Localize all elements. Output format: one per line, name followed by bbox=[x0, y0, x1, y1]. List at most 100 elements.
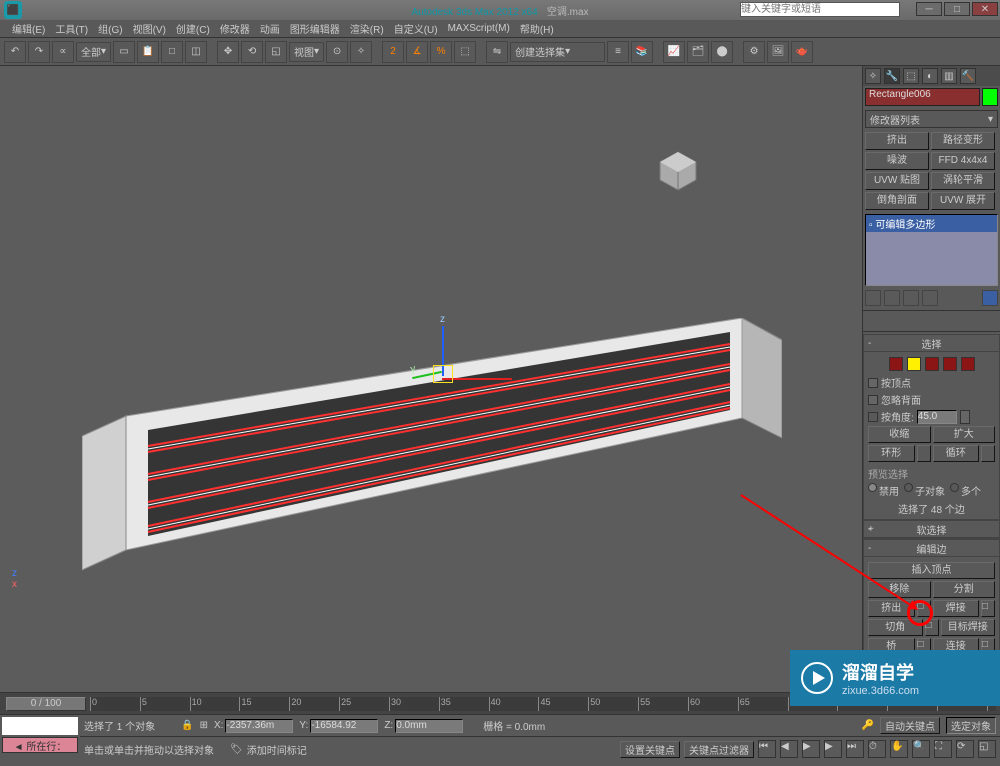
mod-extrude[interactable]: 挤出 bbox=[865, 132, 929, 150]
mod-ffd[interactable]: FFD 4x4x4 bbox=[931, 152, 995, 170]
row-indicator[interactable]: ◄ 所在行： bbox=[2, 737, 78, 753]
ref-coord-combo[interactable]: 视图 ▾ bbox=[289, 42, 324, 62]
remove-mod-button[interactable] bbox=[922, 290, 938, 306]
configure-sets-button[interactable] bbox=[982, 290, 998, 306]
manipulate-button[interactable]: ✧ bbox=[350, 41, 372, 63]
coord-x[interactable] bbox=[225, 719, 293, 733]
viewport[interactable]: [ + 0 正交 0 真实 + 边面 ] bbox=[0, 66, 862, 692]
snap-pct-button[interactable]: % bbox=[430, 41, 452, 63]
loop-button[interactable]: 循环 bbox=[933, 445, 980, 462]
grow-button[interactable]: 扩大 bbox=[933, 426, 996, 443]
by-angle-spinner[interactable] bbox=[917, 410, 957, 424]
snap-spinner-button[interactable]: ⬚ bbox=[454, 41, 476, 63]
chk-by-vertex[interactable] bbox=[868, 378, 878, 388]
menu-rendering[interactable]: 渲染(R) bbox=[346, 21, 388, 36]
scale-button[interactable]: ◱ bbox=[265, 41, 287, 63]
make-unique-button[interactable] bbox=[903, 290, 919, 306]
goto-start-button[interactable]: ⏮ bbox=[758, 740, 776, 758]
mod-uvwunwrap[interactable]: UVW 展开 bbox=[931, 192, 995, 210]
script-listener[interactable] bbox=[2, 717, 78, 735]
shrink-button[interactable]: 收缩 bbox=[868, 426, 931, 443]
max-viewport-button[interactable]: ◱ bbox=[978, 740, 996, 758]
maximize-button[interactable]: □ bbox=[944, 2, 970, 16]
subobj-border[interactable] bbox=[925, 357, 939, 371]
loop-spin[interactable] bbox=[981, 445, 995, 462]
radio-subobj[interactable] bbox=[904, 483, 913, 492]
key-target-combo[interactable]: 选定对象 bbox=[946, 717, 996, 734]
select-button[interactable]: ▭ bbox=[113, 41, 135, 63]
close-button[interactable]: ✕ bbox=[972, 2, 998, 16]
select-name-button[interactable]: 📋 bbox=[137, 41, 159, 63]
subobj-edge[interactable] bbox=[907, 357, 921, 371]
lock-icon[interactable]: 🔒 bbox=[181, 720, 193, 731]
rollout-soft-title[interactable]: +软选择 bbox=[864, 521, 999, 538]
coord-y[interactable] bbox=[310, 719, 378, 733]
select-region-button[interactable]: □ bbox=[161, 41, 183, 63]
layers-button[interactable]: 📚 bbox=[631, 41, 653, 63]
coord-z[interactable] bbox=[395, 719, 463, 733]
help-search[interactable] bbox=[740, 2, 900, 17]
object-name-field[interactable]: Rectangle006 bbox=[865, 88, 980, 106]
show-end-result-button[interactable] bbox=[884, 290, 900, 306]
setkey-button[interactable]: 设置关键点 bbox=[620, 741, 680, 758]
menu-animation[interactable]: 动画 bbox=[256, 21, 284, 36]
transform-type-in-icon[interactable]: ⊞ bbox=[200, 720, 208, 731]
menu-customize[interactable]: 自定义(U) bbox=[390, 21, 442, 36]
chk-by-angle[interactable] bbox=[868, 412, 878, 422]
move-button[interactable]: ✥ bbox=[217, 41, 239, 63]
mod-noise[interactable]: 噪波 bbox=[865, 152, 929, 170]
schematic-button[interactable]: 🗂 bbox=[687, 41, 709, 63]
split-button[interactable]: 分割 bbox=[933, 581, 996, 598]
subobj-polygon[interactable] bbox=[943, 357, 957, 371]
curve-editor-button[interactable]: 📈 bbox=[663, 41, 685, 63]
pin-stack-button[interactable] bbox=[865, 290, 881, 306]
snap-angle-button[interactable]: ∡ bbox=[406, 41, 428, 63]
undo-button[interactable]: ↶ bbox=[4, 41, 26, 63]
selection-filter[interactable]: 全部 ▾ bbox=[76, 42, 111, 62]
radio-multi[interactable] bbox=[950, 483, 959, 492]
material-editor-button[interactable]: ⬤ bbox=[711, 41, 733, 63]
mod-pathdeform[interactable]: 路径变形 bbox=[931, 132, 995, 150]
window-crossing-button[interactable]: ◫ bbox=[185, 41, 207, 63]
radio-disabled[interactable] bbox=[868, 483, 877, 492]
menu-tools[interactable]: 工具(T) bbox=[51, 21, 92, 36]
pan-button[interactable]: ✋ bbox=[890, 740, 908, 758]
tab-display[interactable]: ▥ bbox=[941, 68, 957, 84]
modifier-stack[interactable]: ▫ 可编辑多边形 bbox=[865, 214, 998, 286]
timeslider-thumb[interactable]: 0 / 100 bbox=[6, 697, 86, 711]
play-button[interactable]: ▶ bbox=[802, 740, 820, 758]
zoom-extents-button[interactable]: ⛶ bbox=[934, 740, 952, 758]
zoom-button[interactable]: 🔍 bbox=[912, 740, 930, 758]
autokey-button[interactable]: 自动关键点 bbox=[880, 717, 940, 734]
stack-editable-poly[interactable]: ▫ 可编辑多边形 bbox=[866, 215, 997, 232]
render-setup-button[interactable]: ⚙ bbox=[743, 41, 765, 63]
modifier-list-combo[interactable]: 修改器列表▾ bbox=[865, 110, 998, 128]
menu-help[interactable]: 帮助(H) bbox=[516, 21, 558, 36]
rollout-edit-edges-title[interactable]: 编辑边 bbox=[864, 540, 999, 557]
orbit-button[interactable]: ⟳ bbox=[956, 740, 974, 758]
menu-graph[interactable]: 图形编辑器 bbox=[286, 21, 344, 36]
weld-settings-button[interactable]: □ bbox=[981, 600, 995, 617]
gizmo-xy-plane[interactable] bbox=[433, 365, 453, 383]
tab-hierarchy[interactable]: ⬚ bbox=[903, 68, 919, 84]
weld-button[interactable]: 焊接 bbox=[933, 600, 980, 617]
chk-ignore-back[interactable] bbox=[868, 395, 878, 405]
tab-utilities[interactable]: 🔨 bbox=[960, 68, 976, 84]
named-selection-combo[interactable]: 创建选择集 ▾ bbox=[510, 42, 605, 62]
mod-bevelprofile[interactable]: 倒角剖面 bbox=[865, 192, 929, 210]
tab-modify[interactable]: 🔧 bbox=[884, 68, 900, 84]
goto-end-button[interactable]: ⏭ bbox=[846, 740, 864, 758]
menu-views[interactable]: 视图(V) bbox=[129, 21, 170, 36]
redo-button[interactable]: ↷ bbox=[28, 41, 50, 63]
time-tag-button[interactable]: 添加时间标记 bbox=[247, 742, 307, 757]
subobj-vertex[interactable] bbox=[889, 357, 903, 371]
mod-turbosmooth[interactable]: 涡轮平滑 bbox=[931, 172, 995, 190]
rollout-selection-title[interactable]: 选择 bbox=[864, 335, 999, 352]
menu-edit[interactable]: 编辑(E) bbox=[8, 21, 49, 36]
menu-maxscript[interactable]: MAXScript(M) bbox=[444, 23, 514, 34]
menu-modifiers[interactable]: 修改器 bbox=[216, 21, 254, 36]
subobj-element[interactable] bbox=[961, 357, 975, 371]
align-button[interactable]: ≡ bbox=[607, 41, 629, 63]
insert-vertex-button[interactable]: 插入顶点 bbox=[868, 562, 995, 579]
tab-motion[interactable]: ◐ bbox=[922, 68, 938, 84]
